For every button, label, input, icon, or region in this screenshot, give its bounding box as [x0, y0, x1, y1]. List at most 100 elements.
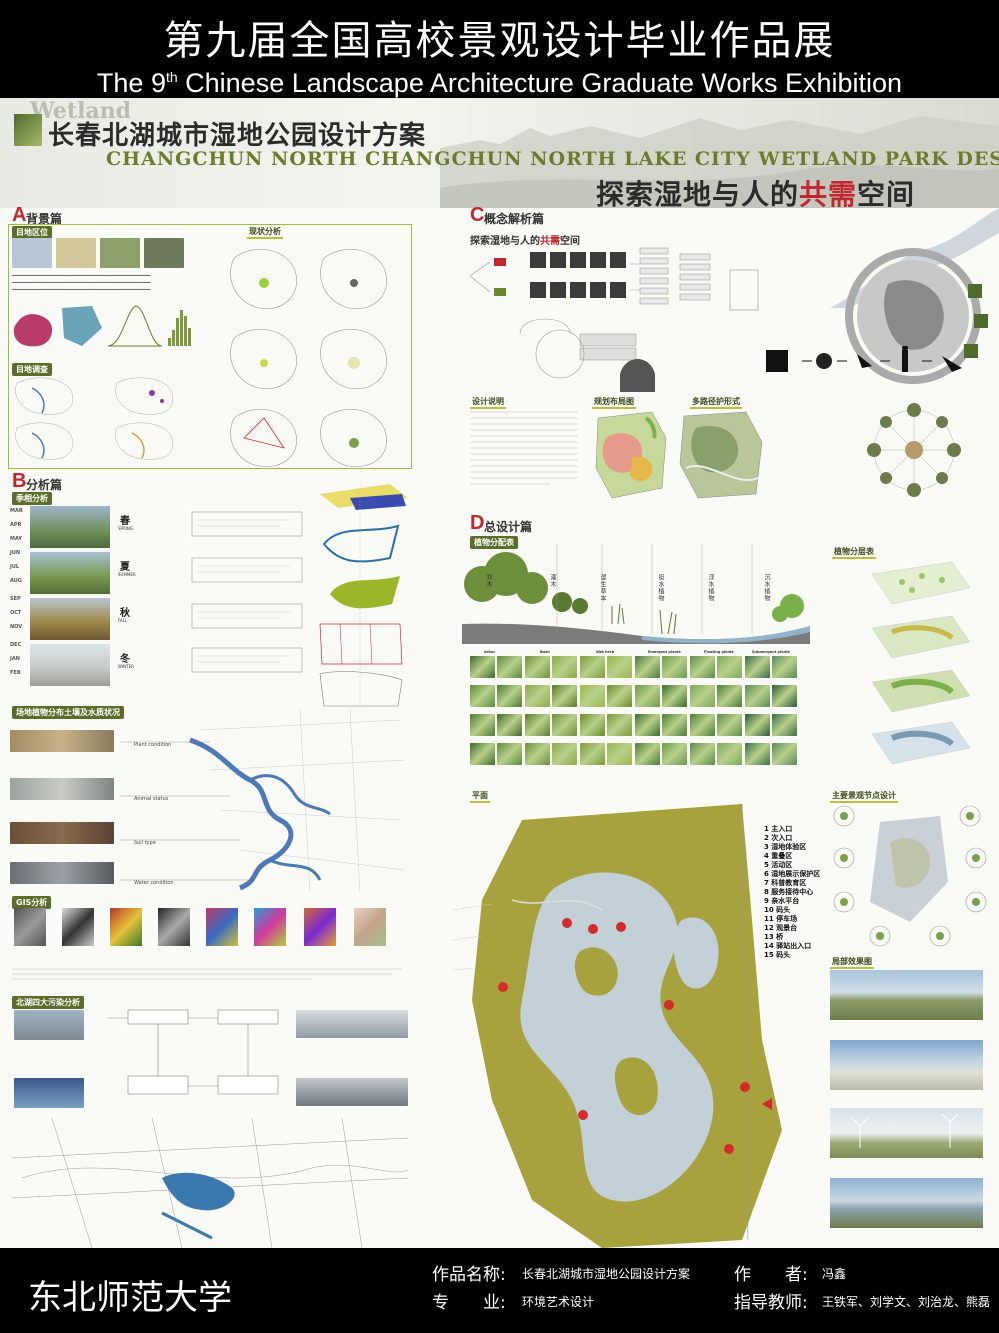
section-d-letter: D: [470, 512, 485, 534]
plant-photo: [470, 743, 495, 765]
pollution-photo-pipe: [14, 1078, 84, 1108]
section-c-title: 概念解析篇: [484, 212, 545, 226]
summer-cn: 夏: [120, 562, 130, 573]
plant-photo: [635, 685, 660, 707]
plant-col-submergent: Submergent plants: [752, 650, 790, 654]
location-map-1: [12, 238, 52, 268]
path-protection-map: [679, 411, 763, 499]
plant-photo: [470, 656, 495, 678]
university-name: 东北师范大学: [28, 1278, 232, 1318]
cat-arbor: 乔木: [485, 574, 492, 588]
plant-photo: [717, 656, 742, 678]
pollution-map: [12, 1118, 408, 1248]
plant-photo: [607, 743, 632, 765]
subtitle-pre: 探索湿地与人的: [596, 178, 800, 211]
plant-photo: [470, 714, 495, 736]
author-label: 作 者:: [734, 1265, 808, 1285]
fall-cn: 秋: [120, 608, 130, 619]
plant-photo: [552, 714, 577, 736]
plan-marker-6: [588, 924, 598, 934]
gis-thumb-2: [62, 908, 94, 946]
fall-months: SEP OCT NOV: [10, 596, 23, 630]
plant-photo: [607, 714, 632, 736]
plan-marker-13: [616, 922, 626, 932]
plant-col-emergent: Emergent plants: [648, 650, 681, 654]
pollution-photo-dump: [296, 1078, 408, 1106]
section-b-sub2: 场地植物分布土壤及水质状况: [12, 706, 124, 719]
legend-item: 15 码头: [764, 951, 791, 959]
planning-layout-map: [595, 411, 667, 499]
project-title-en: CHANGCHUN NORTH CHANGCHUN NORTH LAKE CIT…: [106, 148, 999, 170]
plant-photo-grid: [470, 656, 800, 776]
title-band: Wetland 长春北湖城市湿地公园设计方案 CHANGCHUN NORTH C…: [0, 98, 999, 211]
section-b-letter: B: [12, 470, 27, 492]
plant-photo: [717, 685, 742, 707]
summer-photo: [30, 552, 110, 594]
plan-marker-11: [562, 918, 572, 928]
plan-legend: 1 主入口 2 次入口 3 湿地体验区 4 重叠区 5 活动区 6 湿地展示保护区 7 科普…: [764, 824, 830, 964]
plant-photo: [745, 656, 770, 678]
plant-photo: [772, 656, 797, 678]
section-c-letter: C: [470, 204, 485, 226]
gis-thumb-1: [14, 908, 46, 946]
author-value: 冯鑫: [822, 1267, 847, 1281]
plant-photo: [635, 714, 660, 736]
plan-entry-arrow-east: [762, 1098, 772, 1110]
summer-months: JUN JUL AUG: [10, 550, 22, 584]
gis-thumb-4: [158, 908, 190, 946]
advisor-label: 指导教师:: [734, 1293, 808, 1313]
major-value: 环境艺术设计: [522, 1295, 595, 1309]
plant-photo: [662, 714, 687, 736]
landscape-nodes-diagram: [833, 805, 987, 947]
location-map-4: [144, 238, 184, 268]
gis-thumb-5: [206, 908, 238, 946]
plant-photo: [690, 656, 715, 678]
cat-wet-herb: 湿生草本: [599, 574, 606, 602]
plant-condition-photo: [10, 730, 114, 752]
project-title-cn: 长春北湖城市湿地公园设计方案: [48, 121, 427, 151]
pollution-flowchart: [108, 1009, 279, 1095]
work-label: 作品名称:: [432, 1265, 506, 1285]
plant-photo: [497, 743, 522, 765]
ecosystem-diagram: [867, 403, 961, 497]
perspective-2: [830, 1040, 983, 1090]
plant-photo: [580, 743, 605, 765]
winter-en: WINTER: [118, 664, 134, 669]
season-text-boxes: [191, 511, 303, 673]
layered-analysis-diagram: [319, 484, 408, 707]
gis-text: [12, 968, 402, 980]
exhibition-title-en-pre: The 9: [96, 68, 166, 98]
concept-icons-row: [766, 346, 962, 372]
cat-bush: 灌木: [549, 574, 556, 588]
gis-thumb-6: [254, 908, 286, 946]
plant-photo: [580, 685, 605, 707]
plant-photo: [525, 656, 550, 678]
exhibition-title-en-post: Chinese Landscape Architecture Graduate …: [177, 68, 903, 98]
water-distribution-map: [120, 710, 406, 892]
exhibition-title-en: The 9th Chinese Landscape Architecture G…: [0, 66, 999, 99]
plant-layering-diagram: [871, 561, 971, 765]
fall-photo: [30, 598, 110, 640]
plant-photo: [717, 714, 742, 736]
plant-photo: [580, 714, 605, 736]
perspective-1: [830, 970, 983, 1020]
location-text: ━━━━━━━━━━━━━━━━━━━━━━━━━━━━━━━━━━━━━━━━…: [12, 273, 151, 293]
plant-photo: [690, 685, 715, 707]
plant-photo: [690, 743, 715, 765]
cat-submergent: 沉水植物: [763, 574, 770, 602]
footer: 东北师范大学 作品名称: 长春北湖城市湿地公园设计方案 专 业: 环境艺术设计 …: [0, 1248, 999, 1333]
exhibition-title-en-sup: th: [165, 69, 178, 85]
gis-thumb-3: [110, 908, 142, 946]
section-b-sub1: 季相分析: [12, 492, 52, 505]
plant-photo: [745, 743, 770, 765]
plant-photo: [690, 714, 715, 736]
plant-photo: [497, 714, 522, 736]
plant-photo: [745, 685, 770, 707]
plant-photo: [662, 656, 687, 678]
plant-photo: [662, 685, 687, 707]
spring-cn: 春: [120, 516, 130, 527]
plant-photo: [745, 714, 770, 736]
plant-photo: [525, 743, 550, 765]
plan-marker-7: [724, 1144, 734, 1154]
plant-photo: [772, 685, 797, 707]
